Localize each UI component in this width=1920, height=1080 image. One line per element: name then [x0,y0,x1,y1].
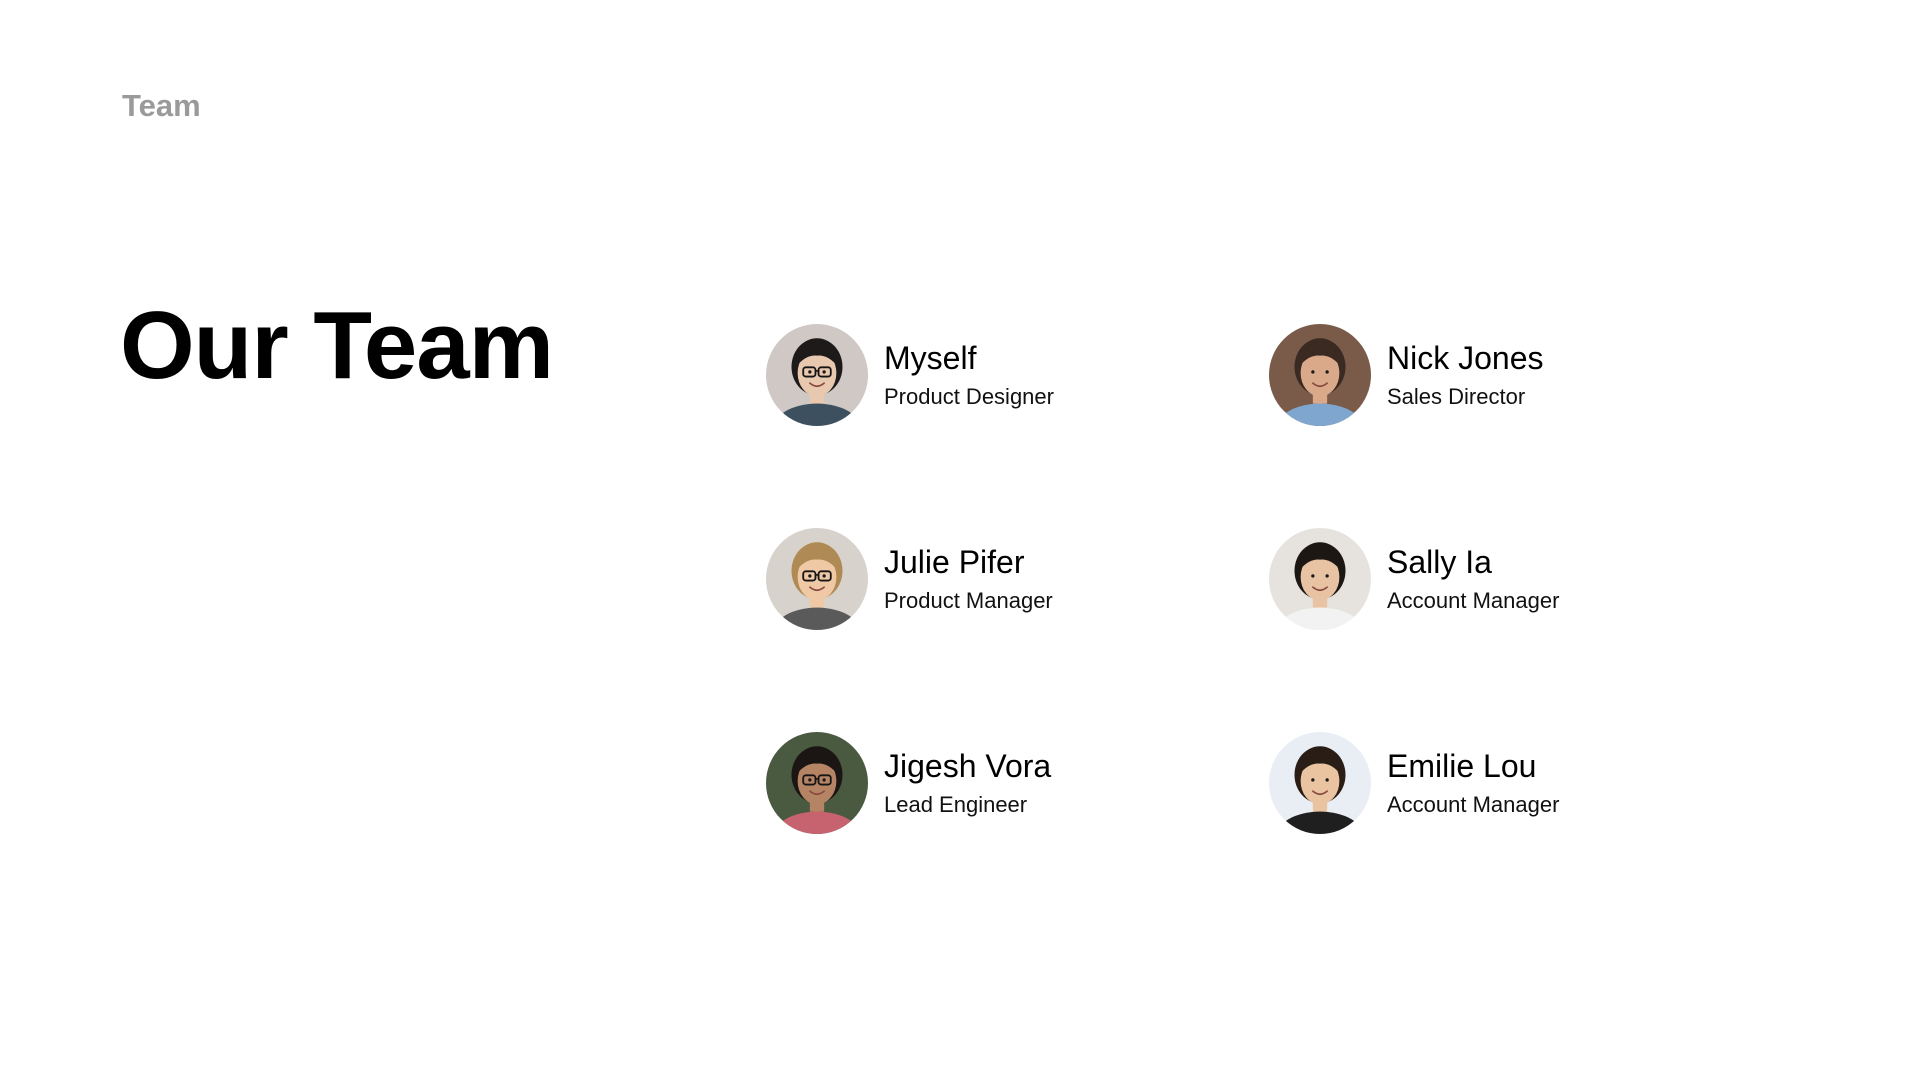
team-member-card: Jigesh Vora Lead Engineer [766,732,1226,834]
member-info: Julie Pifer Product Manager [884,544,1053,613]
member-role: Account Manager [1387,587,1560,613]
member-info: Emilie Lou Account Manager [1387,748,1560,817]
avatar [766,732,868,834]
member-name: Emilie Lou [1387,748,1537,785]
member-info: Jigesh Vora Lead Engineer [884,748,1052,817]
avatar [1269,528,1371,630]
member-role: Product Designer [884,383,1054,409]
member-role: Account Manager [1387,791,1560,817]
avatar [1269,732,1371,834]
team-member-card: Sally Ia Account Manager [1269,528,1729,630]
team-member-card: Emilie Lou Account Manager [1269,732,1729,834]
member-role: Product Manager [884,587,1053,613]
member-role: Sales Director [1387,383,1526,409]
member-name: Sally Ia [1387,544,1492,581]
team-member-card: Myself Product Designer [766,324,1226,426]
member-name: Nick Jones [1387,340,1544,377]
team-member-card: Julie Pifer Product Manager [766,528,1226,630]
section-label: Team [122,88,201,123]
member-name: Myself [884,340,977,377]
member-name: Julie Pifer [884,544,1025,581]
page-title: Our Team [120,292,554,399]
member-info: Myself Product Designer [884,340,1054,409]
avatar [1269,324,1371,426]
team-member-card: Nick Jones Sales Director [1269,324,1729,426]
member-info: Sally Ia Account Manager [1387,544,1560,613]
member-role: Lead Engineer [884,791,1028,817]
member-info: Nick Jones Sales Director [1387,340,1544,409]
member-name: Jigesh Vora [884,748,1052,785]
avatar [766,324,868,426]
avatar [766,528,868,630]
